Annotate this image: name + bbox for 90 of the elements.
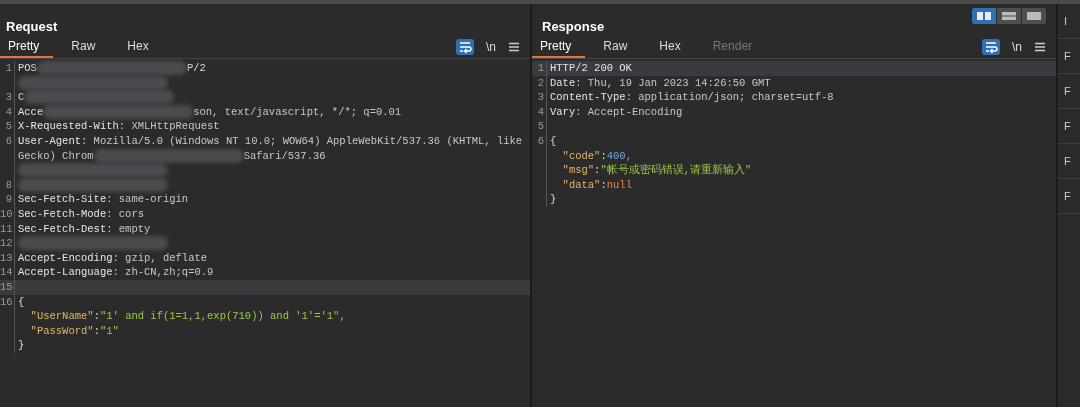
line-number: 10 [0, 207, 13, 220]
code-text: Accept-Language [18, 266, 113, 279]
code-text: : zh-CN,zh;q=0.9 [112, 266, 214, 279]
code-text: } [18, 339, 25, 352]
layout-button[interactable] [1022, 8, 1046, 24]
tab[interactable]: Hex [651, 36, 695, 58]
tab[interactable]: Raw [63, 36, 110, 58]
code-text: "1' and if(1=1,1,exp(710)) and '1'='1", [99, 310, 346, 323]
side-tab[interactable]: F [1058, 74, 1080, 109]
code-text: POS [18, 62, 37, 74]
line-number: 9 [5, 193, 12, 206]
code-text: : cors [106, 207, 145, 220]
code-text: "1" [99, 324, 119, 337]
code-text: Date [550, 76, 576, 89]
wrap-lines-icon[interactable] [982, 39, 1000, 55]
line-number: 4 [537, 105, 544, 118]
code-text: : [93, 324, 100, 337]
line-number: 16 [0, 295, 13, 308]
code-text: } [550, 193, 557, 206]
code-text: : Mozilla/5.0 (Windows NT 10.0; WOW64) AppleWebKit/537.36 (KHTML, like [81, 134, 523, 147]
line-number: 5 [5, 120, 12, 133]
tab[interactable]: Pretty [532, 36, 586, 58]
code-text: : Thu, 19 Jan 2023 14:26:50 GMT [575, 76, 771, 89]
code-text: : XMLHttpRequest [118, 120, 220, 133]
wrap-lines-icon[interactable] [456, 39, 474, 55]
newline-toggle[interactable]: \n [486, 40, 496, 54]
side-tab[interactable]: F [1058, 109, 1080, 144]
line-number: 8 [5, 178, 12, 191]
code-text: HTTP/2 200 OK [550, 62, 632, 74]
code-text: : [600, 178, 607, 191]
code-text: : gzip, deflate [112, 251, 208, 264]
line-number: 1 [537, 62, 544, 74]
line-number: 15 [0, 280, 13, 293]
code-text: Sec-Fetch-Dest [18, 222, 107, 235]
code-text: P/2 [186, 62, 206, 74]
code-text: { [550, 134, 557, 147]
line-number: 3 [537, 91, 544, 104]
code-text: { [18, 295, 25, 308]
line-number: 12 [0, 237, 13, 250]
code-text: Gecko) Chrom [18, 149, 94, 162]
code-text: 400, [606, 149, 632, 162]
code-text: "msg" [561, 164, 595, 177]
code-text: : same-origin [106, 193, 189, 206]
panel-title: Request [6, 19, 58, 36]
tab[interactable]: Hex [119, 36, 163, 58]
code-text: Content-Type [550, 91, 626, 104]
side-tab[interactable]: I [1058, 4, 1080, 39]
line-number: 14 [0, 266, 13, 279]
line-number: 13 [0, 251, 13, 264]
code-text: : [93, 310, 100, 323]
code-text: null [606, 178, 632, 191]
code-text: : empty [106, 222, 151, 235]
menu-icon[interactable] [508, 42, 520, 52]
menu-icon[interactable] [1034, 42, 1046, 52]
code-text: : [594, 164, 601, 177]
side-tab[interactable]: F [1058, 179, 1080, 214]
newline-toggle[interactable]: \n [1012, 40, 1022, 54]
code-text: Acce [18, 105, 44, 118]
line-number: 3 [5, 91, 12, 104]
code-text: : [600, 149, 607, 162]
code-text: "PassWord" [29, 324, 94, 337]
line-number: 2 [537, 76, 544, 89]
code-text: Sec-Fetch-Mode [18, 207, 107, 220]
code-text: "data" [561, 178, 601, 191]
line-number: 11 [0, 222, 13, 235]
line-number: 6 [5, 134, 12, 147]
code-text: "code" [561, 149, 601, 162]
code-text: X-Requested-With [18, 120, 119, 133]
line-number: 1 [5, 62, 12, 74]
code-text: son, text/javascript, */*; q=0.01 [193, 105, 402, 118]
code-text: Safari/537.36 [243, 149, 326, 162]
side-tab[interactable]: F [1058, 39, 1080, 74]
code-text: C [18, 91, 25, 104]
layout-button[interactable] [972, 8, 996, 24]
side-tab[interactable]: F [1058, 144, 1080, 179]
code-text: Vary [550, 105, 576, 118]
code-text: User-Agent [18, 134, 81, 147]
code-text: : application/json; charset=utf-8 [625, 91, 834, 104]
code-text: "UserName" [29, 310, 94, 323]
code-text: : Accept-Encoding [575, 105, 683, 118]
tab[interactable]: Pretty [0, 36, 54, 58]
code-text: Sec-Fetch-Site [18, 193, 107, 206]
line-number: 5 [537, 120, 544, 133]
layout-button[interactable] [997, 8, 1021, 24]
tab[interactable]: Raw [595, 36, 642, 58]
code-text: Accept-Encoding [18, 251, 113, 264]
line-number: 4 [5, 105, 12, 118]
code-text: "帐号或密码错误,请重新输入" [600, 164, 752, 177]
panel-title: Response [542, 19, 605, 36]
line-number: 6 [537, 134, 544, 147]
